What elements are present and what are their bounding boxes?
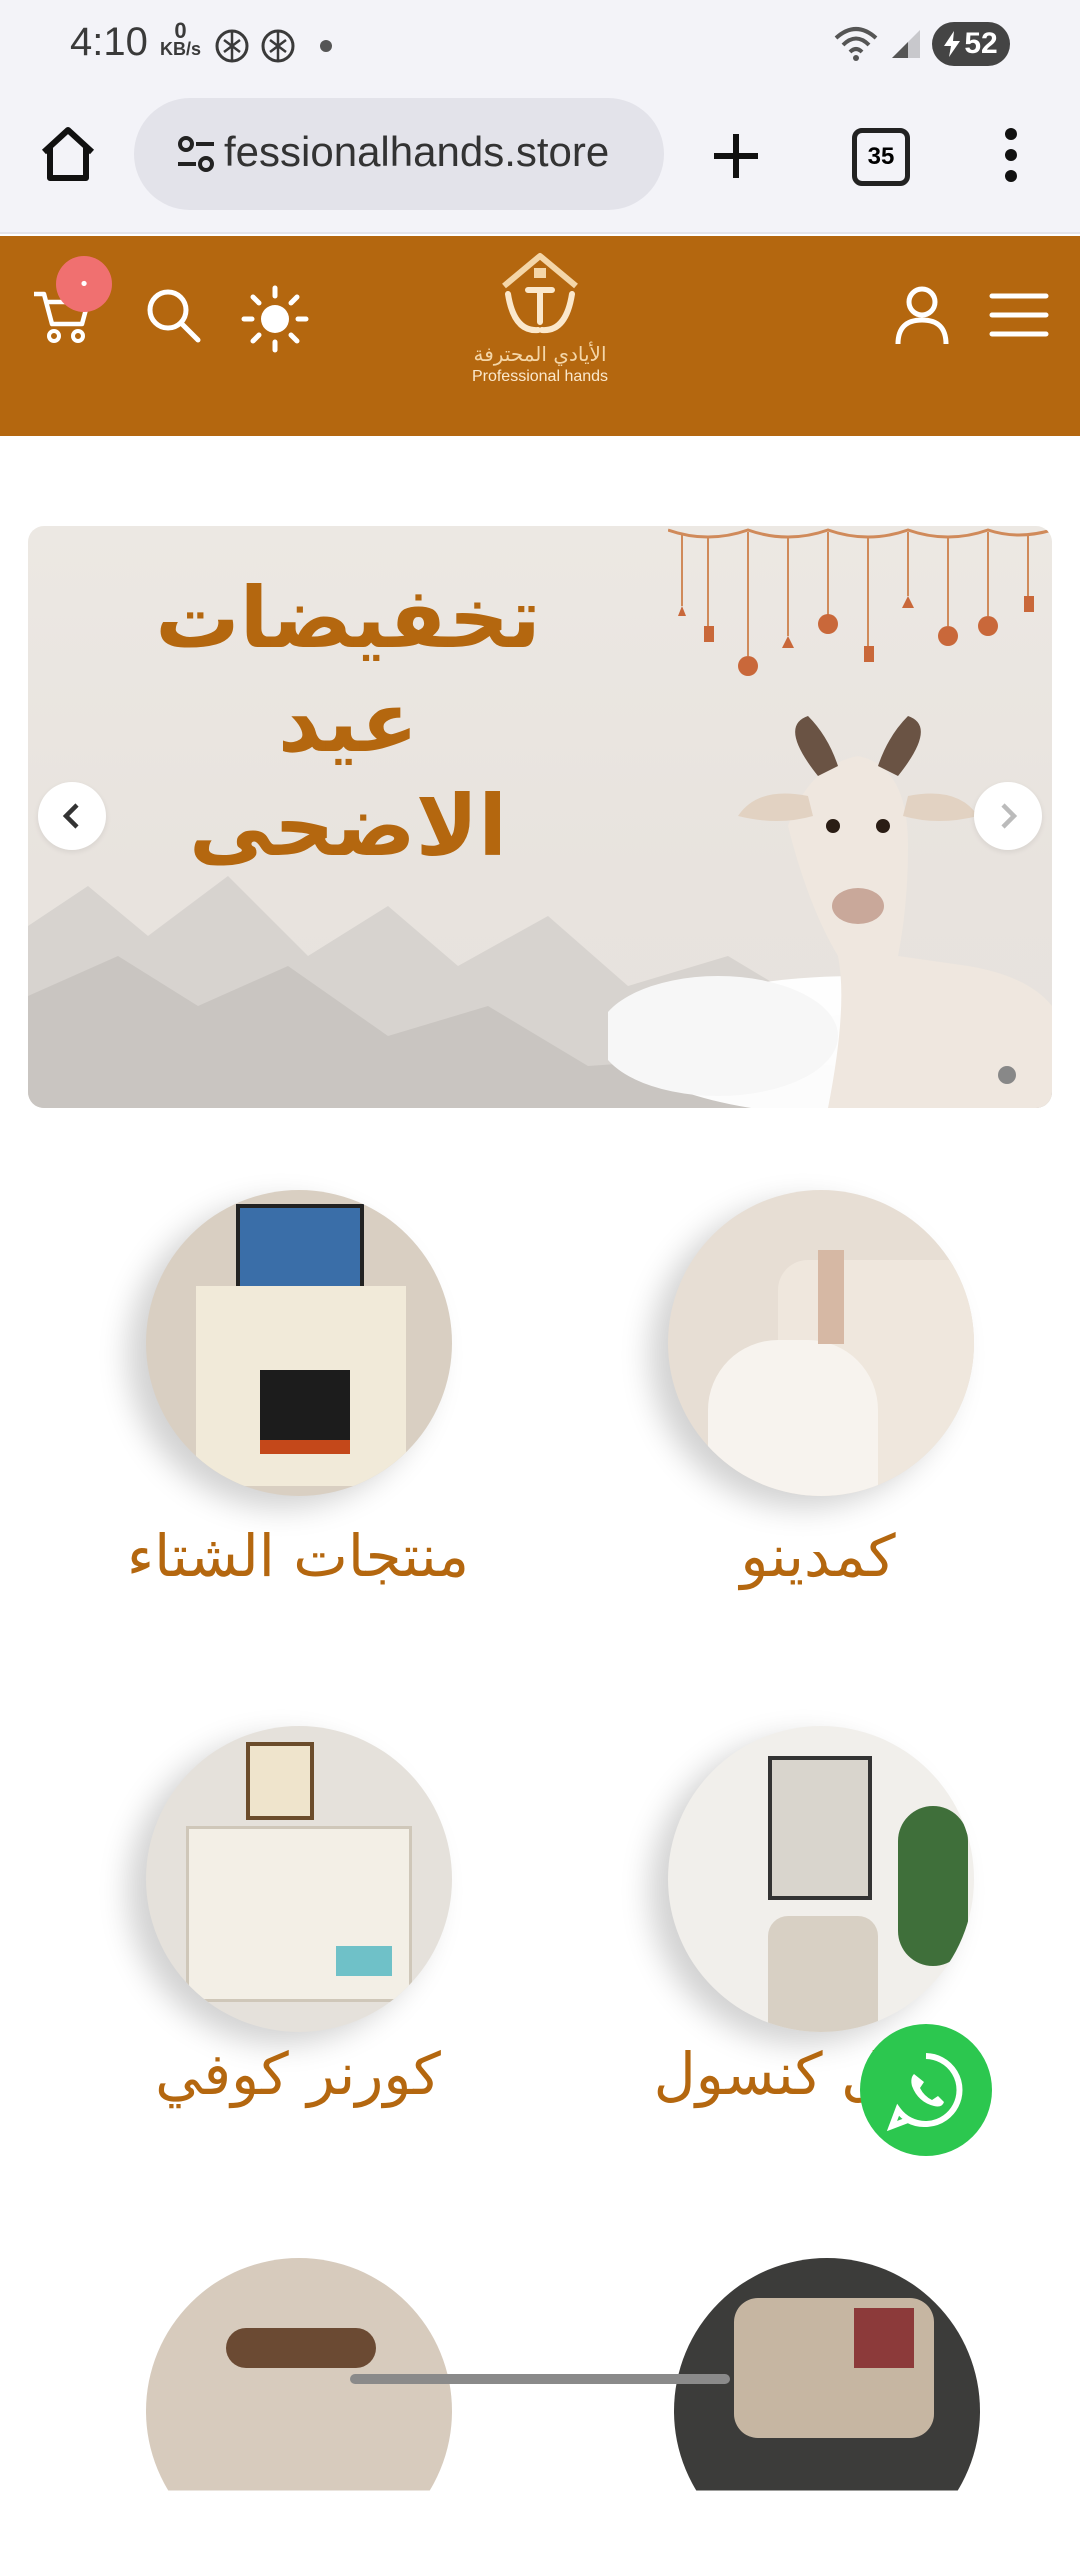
site-settings-icon[interactable] <box>174 132 218 176</box>
logo-arabic-text: الأيادي المحترفة <box>473 342 607 366</box>
category-image-coffee-corner <box>146 1726 452 2032</box>
notification-dot <box>320 40 332 52</box>
category-card[interactable]: منتجات الشتاء <box>38 1190 558 1610</box>
category-label: مدخل كنسول <box>653 2040 983 2108</box>
banner-next-button[interactable] <box>974 782 1042 850</box>
gesture-home-bar[interactable] <box>350 2374 730 2384</box>
category-image-winter <box>146 1190 452 1496</box>
chevron-right-icon <box>1001 803 1018 829</box>
battery-level: 52 <box>964 27 998 60</box>
vase-image <box>818 1250 844 1344</box>
charging-bolt-icon <box>944 31 961 57</box>
plant-image <box>898 1806 968 1966</box>
banner-prev-button[interactable] <box>38 782 106 850</box>
banner-title-line-2: عيد <box>277 673 419 771</box>
banner-title-line-1: تخفيضات <box>155 569 541 667</box>
tv-image <box>236 1204 364 1292</box>
category-image-partial[interactable] <box>146 2258 452 2491</box>
hamburger-menu-icon[interactable] <box>988 290 1050 340</box>
signal-icon <box>892 30 920 58</box>
category-card[interactable]: كورنر كوفي <box>38 1726 558 2146</box>
cushion-image <box>854 2308 914 2368</box>
basket-image <box>336 1946 392 1976</box>
more-menu-icon[interactable] <box>996 124 1026 186</box>
category-image-console <box>668 1726 974 2032</box>
url-text[interactable]: fessionalhands.store <box>224 128 609 176</box>
picture-frame-image <box>246 1742 314 1820</box>
whatsapp-icon <box>886 2053 963 2132</box>
theme-toggle-sun-icon[interactable] <box>240 284 310 354</box>
battery-indicator: 52 <box>932 22 1010 66</box>
chevron-left-icon <box>62 803 79 829</box>
category-image-partial[interactable] <box>674 2258 980 2491</box>
category-image-side-table <box>668 1190 974 1496</box>
category-label: منتجات الشتاء <box>126 1522 470 1590</box>
fireplace-insert-image <box>260 1370 350 1454</box>
address-bar[interactable]: fessionalhands.store <box>134 98 664 210</box>
side-table-image <box>708 1340 878 1496</box>
category-label: كمدينو <box>740 1522 896 1590</box>
status-bar: 4:10 0 KB/s 52 <box>0 0 1080 92</box>
network-speed: 0 KB/s <box>160 18 202 59</box>
tray-image <box>226 2328 376 2368</box>
banner-title-line-3: الاضحى <box>188 777 508 875</box>
whatsapp-button[interactable] <box>860 2024 992 2156</box>
chatgpt-notification-icon-2 <box>261 29 295 63</box>
category-card[interactable]: مدخل كنسول <box>558 1726 1078 2146</box>
wifi-icon <box>834 27 878 61</box>
cart-badge: • <box>56 256 112 312</box>
banner-title: تخفيضات عيد الاضحى <box>88 566 608 878</box>
eid-decorations-image <box>668 528 1052 676</box>
console-table-image <box>768 1916 878 2032</box>
site-logo-icon[interactable] <box>490 246 590 342</box>
new-tab-icon[interactable] <box>708 128 764 184</box>
account-icon[interactable] <box>890 282 954 348</box>
tab-switcher-button[interactable]: 35 <box>852 128 910 186</box>
category-card[interactable]: كمدينو <box>558 1190 1078 1610</box>
network-speed-unit: KB/s <box>160 39 202 59</box>
chatgpt-notification-icon <box>215 29 249 63</box>
promo-banner[interactable]: تخفيضات عيد الاضحى <box>28 526 1052 1108</box>
home-icon[interactable] <box>36 122 100 186</box>
goat-image <box>608 716 1052 1108</box>
search-icon[interactable] <box>144 286 204 346</box>
banner-pagination-dot[interactable] <box>998 1066 1016 1084</box>
network-speed-value: 0 <box>174 18 187 43</box>
wall-art-image <box>768 1756 872 1900</box>
logo-english-text: Professional hands <box>471 368 609 385</box>
category-label: كورنر كوفي <box>155 2040 441 2108</box>
status-time: 4:10 <box>70 20 148 64</box>
